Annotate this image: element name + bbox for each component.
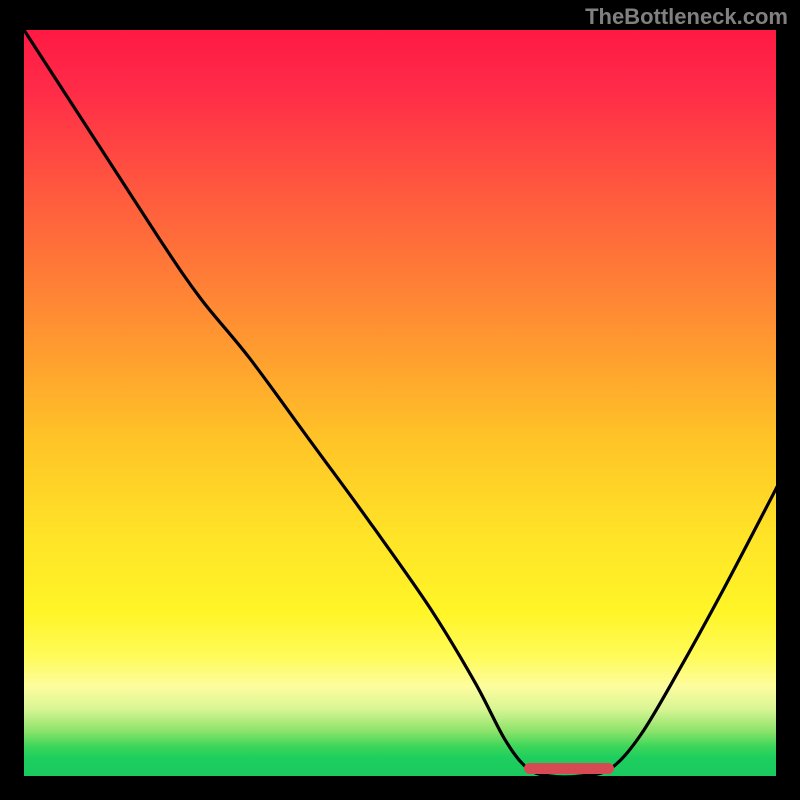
chart-canvas: TheBottleneck.com (0, 0, 800, 800)
bottleneck-curve (24, 30, 776, 776)
plot-area (24, 30, 776, 776)
attribution-text: TheBottleneck.com (585, 4, 788, 30)
optimum-marker (524, 763, 614, 774)
